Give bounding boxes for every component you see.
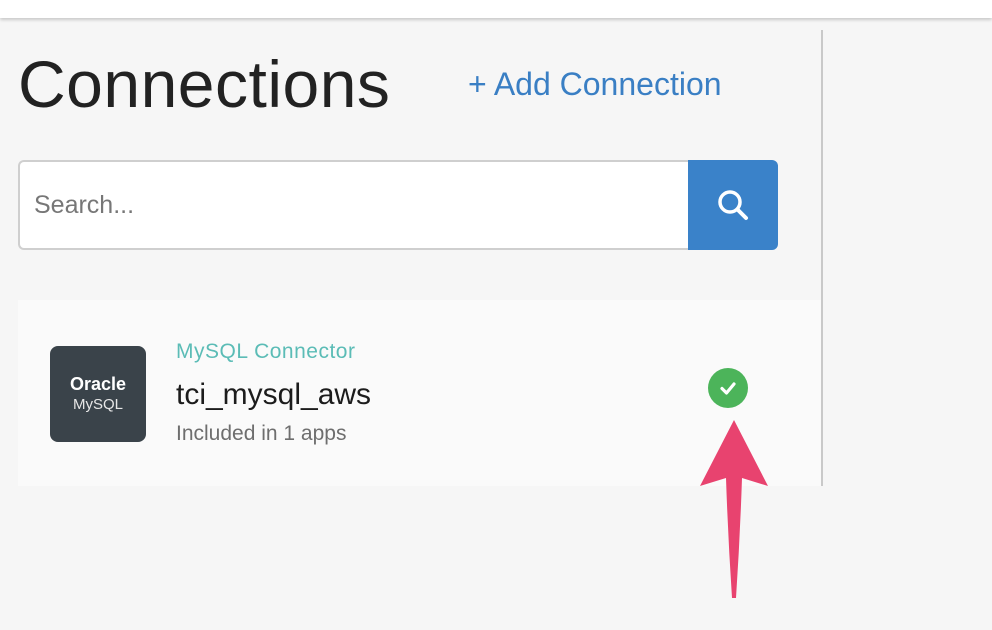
search-input[interactable] bbox=[18, 160, 688, 250]
search-bar bbox=[18, 160, 778, 250]
connector-type-label: MySQL Connector bbox=[176, 340, 356, 363]
check-circle-icon bbox=[720, 382, 736, 395]
search-icon bbox=[718, 190, 748, 220]
logo-text-oracle: Oracle bbox=[69, 374, 127, 394]
add-connection-link[interactable]: + Add Connection bbox=[468, 64, 722, 104]
usage-count: Included in 1 apps bbox=[176, 422, 347, 445]
search-button[interactable] bbox=[688, 160, 778, 250]
annotation-arrow bbox=[700, 420, 768, 598]
status-badge bbox=[708, 368, 748, 408]
page-title: Connections bbox=[18, 47, 391, 121]
top-bar bbox=[0, 0, 992, 18]
logo-text-mysql: MySQL bbox=[72, 396, 123, 413]
panel-divider bbox=[821, 30, 823, 486]
connection-name[interactable]: tci_mysql_aws bbox=[176, 378, 371, 412]
mysql-logo: Oracle MySQL bbox=[50, 346, 146, 442]
